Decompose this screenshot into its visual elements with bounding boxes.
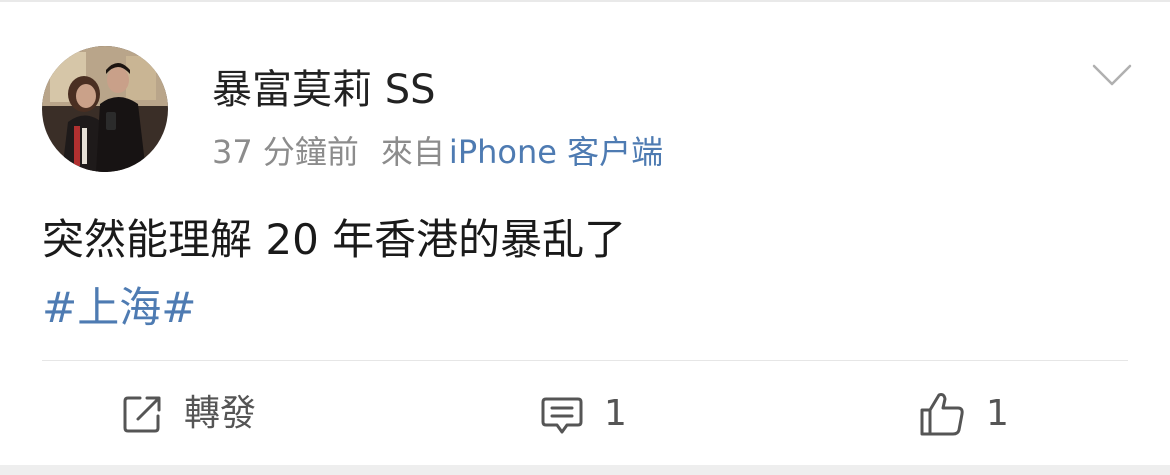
chevron-down-icon: [1092, 64, 1132, 86]
avatar[interactable]: [42, 46, 168, 172]
like-button[interactable]: 1: [918, 386, 1009, 442]
post-source[interactable]: iPhone 客户端: [449, 133, 663, 171]
topic-link[interactable]: #上海#: [42, 278, 196, 338]
share-icon: [120, 392, 164, 436]
weibo-post-card: 暴富莫莉 SS 37 分鐘前 來自 iPhone 客户端 突然能理解 20 年香港的…: [0, 2, 1170, 465]
comment-icon: [540, 392, 584, 436]
bottom-separator: [0, 465, 1170, 475]
action-divider: [42, 360, 1128, 361]
like-count: 1: [986, 393, 1009, 434]
post-time: 37 分鐘前: [212, 133, 359, 171]
thumbs-up-icon: [918, 390, 966, 438]
repost-button[interactable]: 轉發: [120, 386, 256, 442]
comment-count: 1: [604, 393, 627, 434]
repost-label: 轉發: [184, 393, 257, 434]
post-menu-button[interactable]: [1090, 60, 1134, 90]
post-meta: 37 分鐘前 來自 iPhone 客户端: [212, 130, 663, 174]
username[interactable]: 暴富莫莉 SS: [212, 64, 436, 116]
comment-button[interactable]: 1: [540, 386, 627, 442]
avatar-photo: [42, 46, 168, 172]
from-label: 來自: [380, 133, 445, 171]
post-text: 突然能理解 20 年香港的暴乱了: [42, 215, 627, 264]
